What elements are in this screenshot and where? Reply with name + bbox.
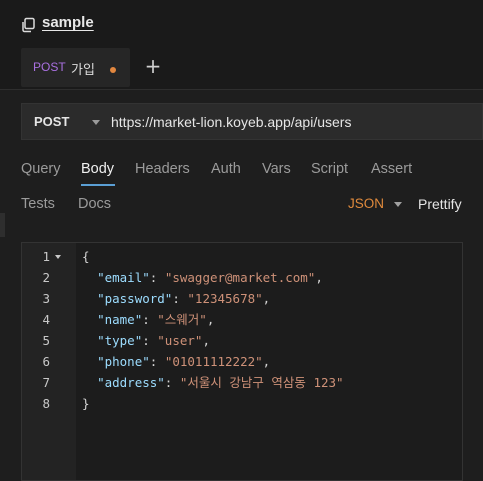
- json-punctuation: ,: [315, 270, 323, 285]
- json-string: "01011112222": [164, 354, 263, 369]
- code-text: {: [82, 246, 90, 267]
- line-number: 1: [42, 249, 50, 264]
- json-key: "password": [97, 291, 173, 306]
- json-punctuation: :: [149, 354, 165, 369]
- new-tab-button[interactable]: +: [142, 55, 164, 77]
- json-punctuation: [82, 270, 97, 285]
- tab-auth[interactable]: Auth: [211, 161, 241, 177]
- tab-query[interactable]: Query: [21, 161, 61, 177]
- code-line[interactable]: 7 "address": "서울시 강남구 역삼동 123": [22, 372, 462, 393]
- code-line[interactable]: 1{: [22, 246, 462, 267]
- body-mode-selector[interactable]: JSON: [348, 196, 384, 211]
- json-punctuation: ,: [202, 333, 210, 348]
- unsaved-indicator[interactable]: [110, 67, 116, 73]
- request-tab-method: POST: [33, 60, 66, 74]
- json-punctuation: :: [172, 291, 188, 306]
- json-key: "type": [97, 333, 143, 348]
- method-selector[interactable]: POST: [34, 114, 69, 129]
- json-key: "address": [97, 375, 165, 390]
- collection-title[interactable]: sample: [42, 14, 94, 31]
- code-line[interactable]: 6 "phone": "01011112222",: [22, 351, 462, 372]
- code-line[interactable]: 2 "email": "swagger@market.com",: [22, 267, 462, 288]
- code-editor[interactable]: 1{2 "email": "swagger@market.com", 3 "pas…: [21, 242, 463, 481]
- json-punctuation: :: [149, 270, 165, 285]
- code-text: "phone": "01011112222",: [82, 351, 270, 372]
- request-tab-name: 가입: [71, 63, 95, 78]
- json-string: "12345678": [187, 291, 263, 306]
- line-number: 6: [42, 354, 50, 369]
- line-number: 3: [42, 291, 50, 306]
- tab-docs[interactable]: Docs: [78, 196, 111, 212]
- fold-chevron-icon[interactable]: [55, 255, 61, 259]
- json-punctuation: [82, 291, 97, 306]
- json-punctuation: [82, 312, 97, 327]
- code-line[interactable]: 5 "type": "user",: [22, 330, 462, 351]
- tab-headers[interactable]: Headers: [135, 161, 190, 177]
- tab-body[interactable]: Body: [81, 161, 114, 177]
- json-key: "phone": [97, 354, 150, 369]
- code-text: "name": "스웨거",: [82, 309, 214, 330]
- json-punctuation: ,: [262, 291, 271, 306]
- json-punctuation: :: [142, 333, 158, 348]
- line-number: 8: [42, 396, 50, 411]
- copy-icon: [22, 17, 35, 33]
- json-punctuation: [82, 375, 97, 390]
- code-line[interactable]: 3 "password": "12345678",: [22, 288, 462, 309]
- tab-script[interactable]: Script: [311, 161, 348, 177]
- tab-tests[interactable]: Tests: [21, 196, 55, 212]
- line-number: 7: [42, 375, 50, 390]
- chevron-down-icon[interactable]: [394, 202, 402, 207]
- chevron-down-icon[interactable]: [92, 120, 100, 125]
- code-text: }: [82, 393, 90, 414]
- line-number: 4: [42, 312, 50, 327]
- json-punctuation: ,: [206, 312, 215, 327]
- code-text: "password": "12345678",: [82, 288, 270, 309]
- code-text: "email": "swagger@market.com",: [82, 267, 323, 288]
- request-tab[interactable]: POST 가입: [21, 48, 130, 87]
- json-punctuation: [82, 354, 97, 369]
- url-bar: POST: [21, 103, 483, 140]
- json-punctuation: {: [82, 249, 90, 264]
- tab-assert[interactable]: Assert: [371, 161, 412, 177]
- active-tab-indicator: [81, 184, 115, 186]
- json-key: "email": [97, 270, 150, 285]
- json-key: "name": [97, 312, 143, 327]
- code-text: "type": "user",: [82, 330, 210, 351]
- line-number: 2: [42, 270, 50, 285]
- code-line[interactable]: 4 "name": "스웨거",: [22, 309, 462, 330]
- json-string: "user": [157, 333, 203, 348]
- request-tab-strip: POST 가입 +: [0, 45, 483, 90]
- tab-vars[interactable]: Vars: [262, 161, 291, 177]
- json-string: "서울시 강남구 역삼동 123": [179, 375, 344, 390]
- json-punctuation: }: [82, 396, 90, 411]
- json-punctuation: :: [164, 375, 180, 390]
- code-line[interactable]: 8}: [22, 393, 462, 414]
- json-string: "swagger@market.com": [164, 270, 316, 285]
- prettify-button[interactable]: Prettify: [418, 196, 462, 212]
- sidebar-edge: [0, 213, 5, 237]
- json-punctuation: :: [142, 312, 158, 327]
- line-number: 5: [42, 333, 50, 348]
- json-string: "스웨거": [157, 312, 207, 327]
- json-punctuation: ,: [262, 354, 271, 369]
- url-input[interactable]: [111, 112, 471, 132]
- scrollbar-track[interactable]: [463, 242, 483, 481]
- json-punctuation: [82, 333, 97, 348]
- title-bar: sample: [0, 0, 483, 45]
- code-text: "address": "서울시 강남구 역삼동 123": [82, 372, 344, 393]
- app-window: sample POST 가입 + POST Query Body Headers…: [0, 0, 483, 481]
